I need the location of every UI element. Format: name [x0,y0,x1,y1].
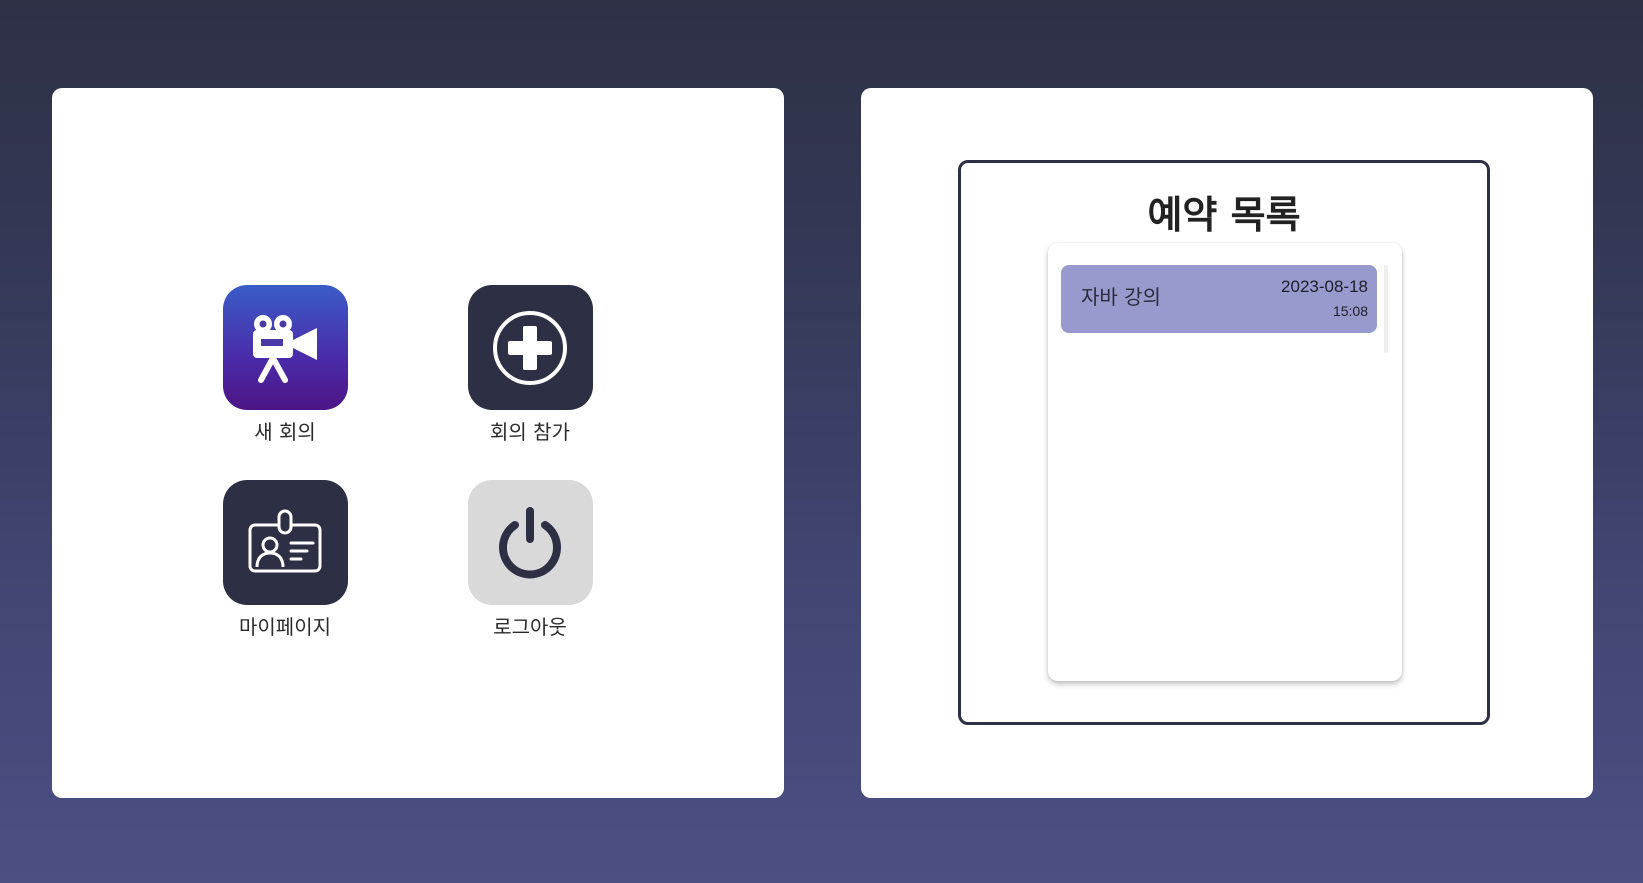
logout-label: 로그아웃 [493,615,567,639]
join-meeting-button[interactable] [467,285,593,410]
reservation-list[interactable]: 자바 강의 2023-08-18 15:08 [1048,243,1402,681]
power-icon [499,506,561,578]
plus-circle-icon [493,310,567,385]
reservation-panel: 예약 목록 자바 강의 2023-08-18 15:08 [861,88,1593,798]
logout-menu-item[interactable]: 로그아웃 [440,480,620,639]
reservation-list-title: 예약 목록 [1147,193,1301,237]
new-meeting-button[interactable] [222,285,348,410]
reservation-item[interactable]: 자바 강의 2023-08-18 15:08 [1061,265,1377,333]
join-meeting-menu-item[interactable]: 회의 참가 [440,285,620,444]
reservation-item-title: 자바 강의 [1081,285,1161,309]
menu-panel: 새 회의 회의 참가 마이페이지 로그아웃 [52,88,784,798]
new-meeting-label: 새 회의 [254,420,316,444]
logout-button[interactable] [467,480,593,605]
my-page-button[interactable] [222,480,348,605]
my-page-label: 마이페이지 [239,615,331,639]
join-meeting-label: 회의 참가 [490,420,570,444]
id-card-icon [248,509,322,572]
list-scrollbar[interactable] [1384,265,1388,353]
my-page-menu-item[interactable]: 마이페이지 [195,480,375,639]
reservation-item-time: 15:08 [1332,303,1368,319]
reservation-box: 예약 목록 자바 강의 2023-08-18 15:08 [958,160,1490,725]
new-meeting-menu-item[interactable]: 새 회의 [195,285,375,444]
reservation-item-date: 2023-08-18 [1281,277,1368,296]
video-camera-icon [253,314,317,383]
